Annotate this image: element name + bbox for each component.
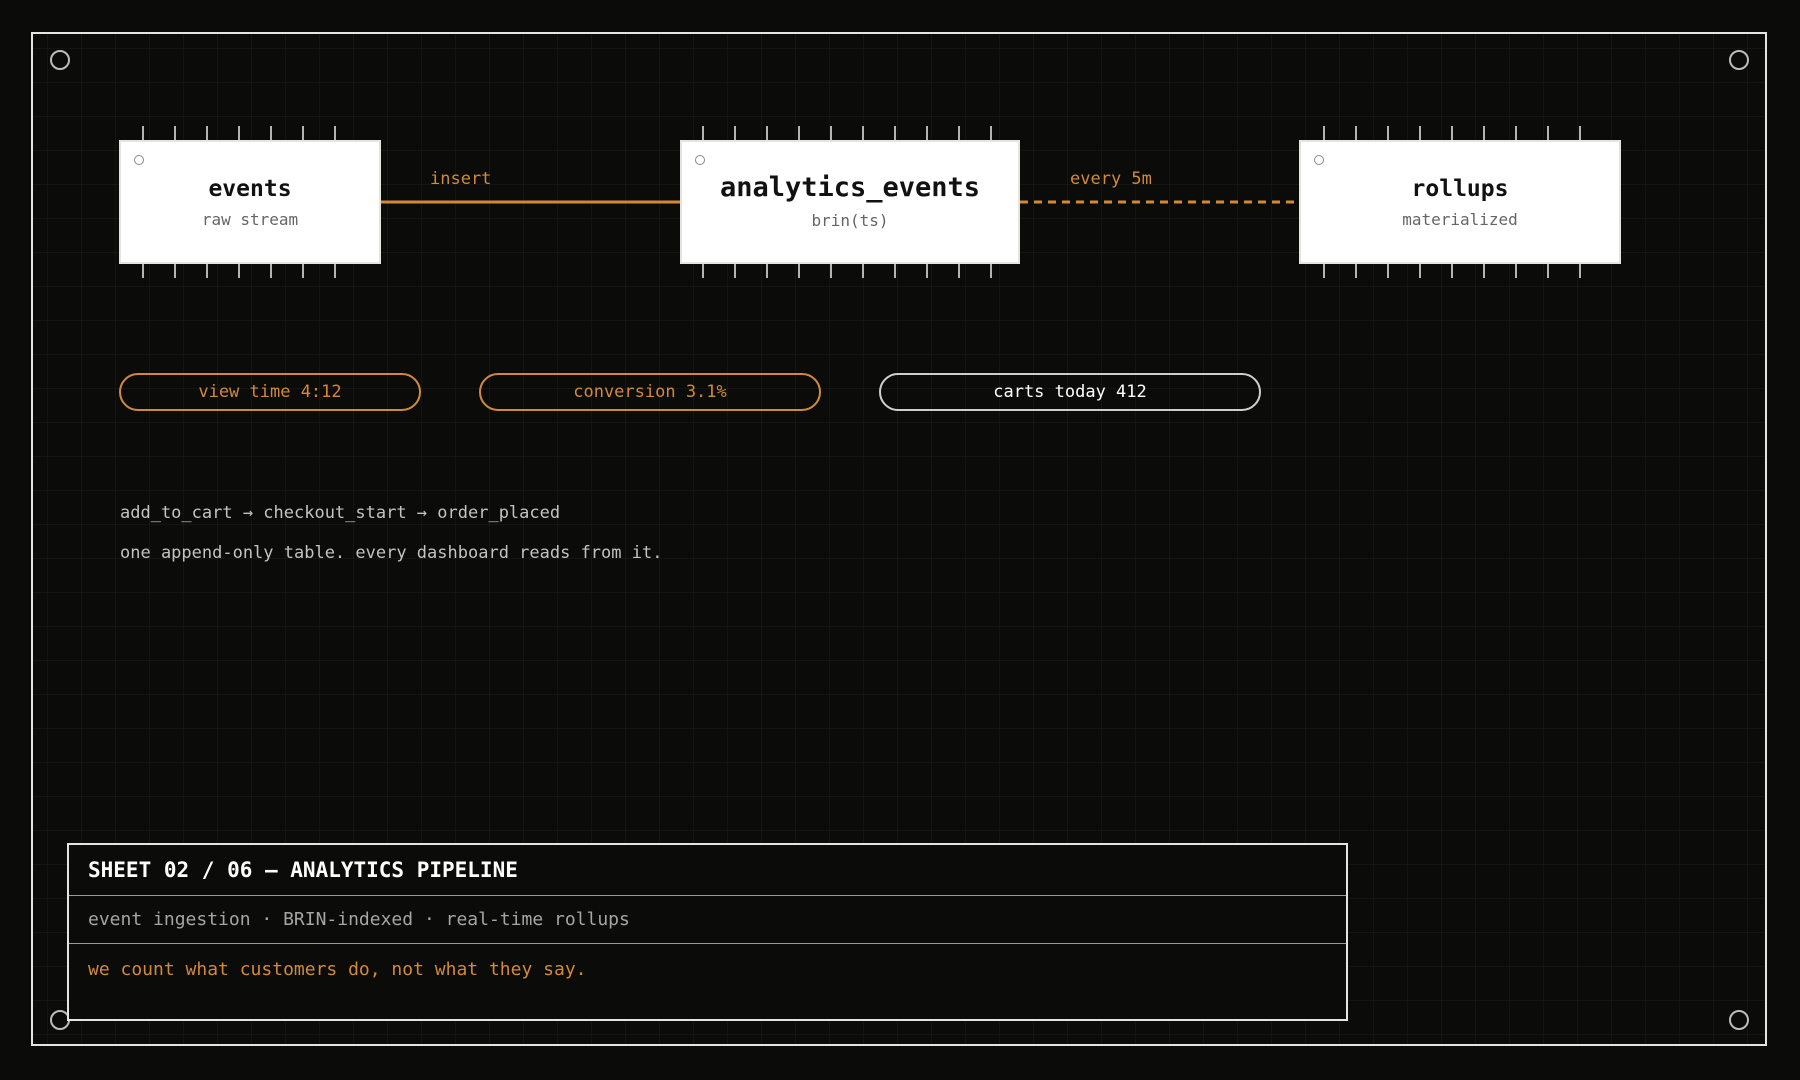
metric-carts-today: carts today 412 (879, 373, 1261, 411)
node-rollups[interactable]: rollups materialized (1299, 140, 1621, 264)
node-analytics-events-ticks-bottom (702, 264, 992, 278)
node-events[interactable]: events raw stream (119, 140, 381, 264)
edge-label-insert: insert (430, 169, 492, 189)
node-rollups-ticks-top (1323, 126, 1593, 140)
sheet-subtitle: event ingestion · BRIN-indexed · real-ti… (69, 896, 1346, 944)
sheet-quote: we count what customers do, not what the… (88, 959, 587, 980)
node-title: rollups (1411, 176, 1509, 202)
metric-view-time: view time 4:12 (119, 373, 421, 411)
sheet-title: SHEET 02 / 06 — ANALYTICS PIPELINE (69, 845, 1346, 896)
node-analytics-events[interactable]: analytics_events brin(ts) (680, 140, 1020, 264)
node-title: analytics_events (719, 172, 981, 203)
node-pin-icon (134, 155, 144, 165)
node-title: events (208, 176, 292, 202)
node-subtitle: materialized (1402, 210, 1518, 229)
node-analytics-events-ticks-top (702, 126, 992, 140)
caption-note: one append-only table. every dashboard r… (120, 543, 663, 563)
node-events-ticks-top (142, 126, 352, 140)
node-events-ticks-bottom (142, 264, 352, 278)
node-pin-icon (695, 155, 705, 165)
node-subtitle: raw stream (201, 210, 299, 229)
node-subtitle: brin(ts) (811, 211, 889, 230)
edge-label-every-5m: every 5m (1070, 169, 1152, 189)
title-block: SHEET 02 / 06 — ANALYTICS PIPELINE event… (67, 843, 1348, 1021)
node-rollups-ticks-bottom (1323, 264, 1593, 278)
metric-conversion: conversion 3.1% (479, 373, 821, 411)
node-pin-icon (1314, 155, 1324, 165)
flow-note: add_to_cart → checkout_start → order_pla… (120, 503, 561, 523)
